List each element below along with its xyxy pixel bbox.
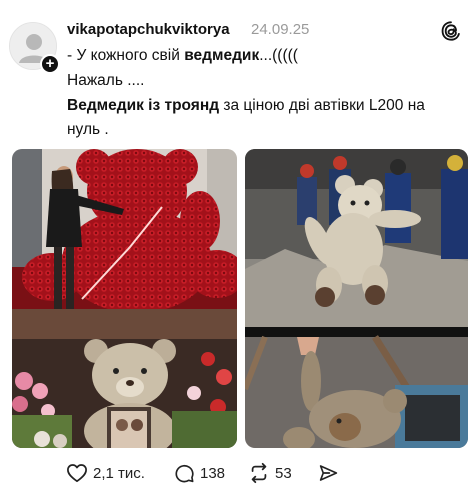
share-button[interactable] (318, 456, 344, 490)
post-date: 24.09.25 (251, 21, 310, 38)
follow-plus-icon[interactable]: + (40, 54, 60, 74)
threads-post: + vikapotapchukviktorya 24.09.25 - У кож… (0, 0, 475, 500)
comment-button[interactable]: 138 (174, 456, 225, 490)
rescue-bear-photo (245, 149, 468, 448)
post-text-line-2: Нажаль .... (67, 72, 145, 89)
post-text-line-1: - У кожного свій ведмедик...((((( (67, 47, 298, 64)
media-image-left[interactable] (12, 149, 237, 448)
comment-count: 138 (200, 464, 226, 482)
like-count: 2,1 тис. (93, 464, 145, 482)
repost-icon (251, 462, 267, 484)
rose-bear-photo (12, 149, 237, 448)
post-actions-bar: 2,1 тис. 138 53 (0, 456, 475, 490)
post-text-line-4: нуль . (67, 121, 109, 138)
threads-logo-icon[interactable] (440, 20, 462, 42)
share-icon (319, 465, 338, 481)
post-text-line-3: Ведмедик із троянд за ціною дві автівки … (67, 97, 425, 114)
repost-count: 53 (275, 464, 292, 482)
repost-button[interactable]: 53 (248, 456, 292, 490)
heart-icon (67, 464, 87, 483)
username[interactable]: vikapotapchukviktorya (67, 21, 230, 38)
like-button[interactable]: 2,1 тис. (66, 456, 145, 490)
media-image-right[interactable] (245, 149, 468, 448)
comment-icon (175, 464, 194, 482)
